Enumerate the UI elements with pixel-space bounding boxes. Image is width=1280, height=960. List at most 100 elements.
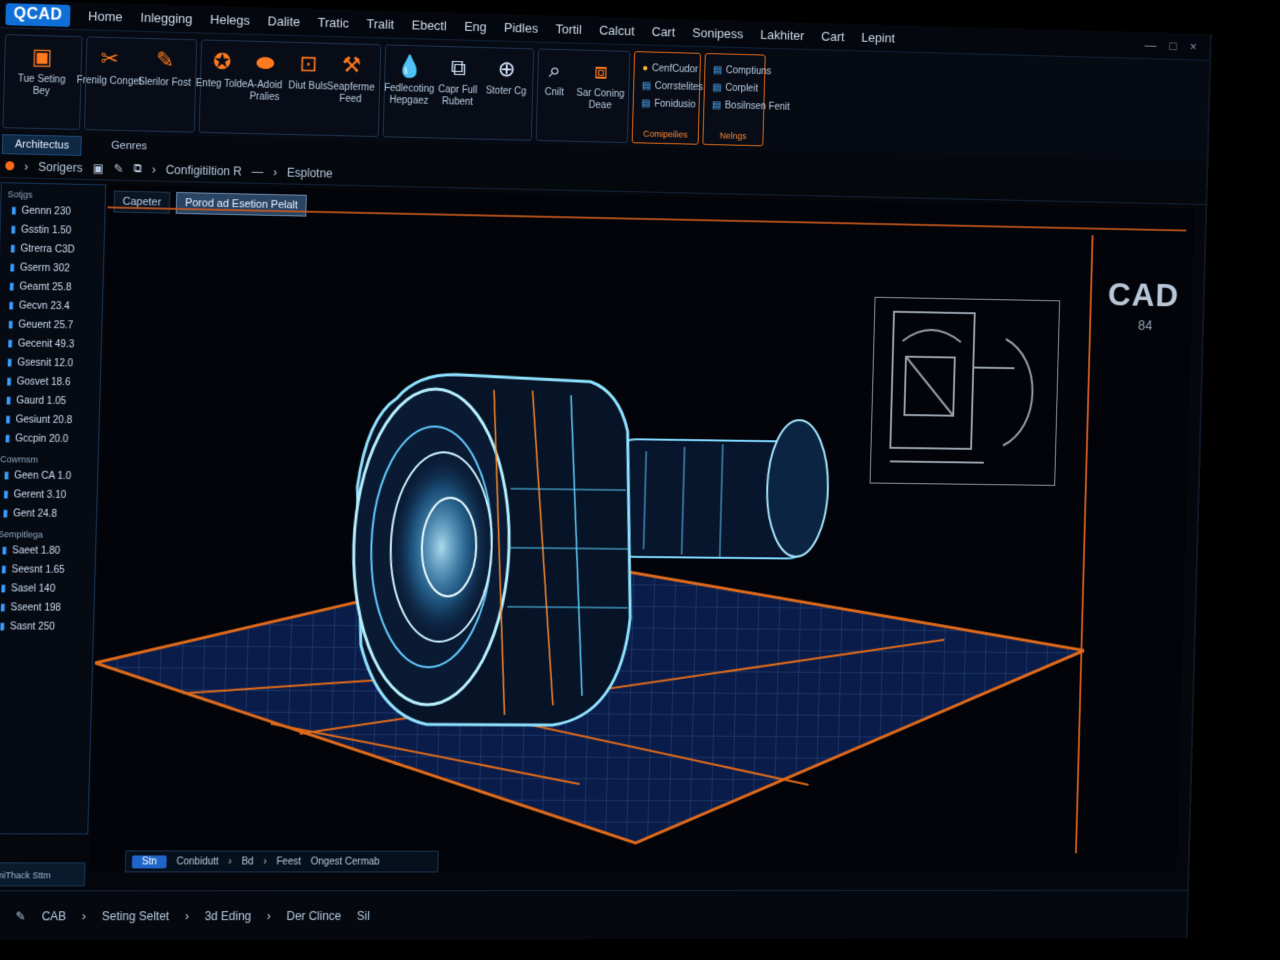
ribbon-list-item[interactable]: ▤ Bosilnsen Fenit	[712, 97, 790, 117]
ribbon-group-nelngs: ▤ Comptiuns ▤ Corpleit ▤ Bosilnsen Fenit Ne…	[702, 53, 765, 146]
chevron-right-icon: ›	[152, 162, 156, 176]
status-item[interactable]: Seting Seltet	[102, 909, 170, 923]
chevron-right-icon: ›	[82, 909, 86, 923]
menu-item-home[interactable]: Home	[88, 8, 123, 24]
menu-item-eng[interactable]: Eng	[464, 19, 487, 34]
breadcrumb-item[interactable]: Configitiltion R	[166, 162, 243, 178]
command-item[interactable]: Ongest Cermab	[311, 856, 380, 867]
ribbon-button-seapferme[interactable]: ⚒ Seapferme Feed	[318, 52, 384, 107]
menu-item-ebectl[interactable]: Ebectl	[412, 17, 447, 33]
tree-item[interactable]: ▮ Gsesnit 12.0	[0, 353, 101, 374]
ribbon-button-tue-seting[interactable]: ▣ Tue Seting Bey	[8, 43, 75, 99]
command-item[interactable]: Feest	[276, 856, 301, 867]
tree-item[interactable]: ▮ Gtrerra C3D	[0, 239, 104, 260]
breadcrumb-item[interactable]: Sorigers	[38, 159, 83, 174]
chevron-right-icon: ›	[273, 165, 277, 179]
menu-item-helegs[interactable]: Helegs	[210, 12, 250, 28]
tab-genres[interactable]: Genres	[99, 136, 159, 155]
tree-item[interactable]: ▮ Geen CA 1.0	[0, 466, 97, 486]
app-logo[interactable]: QCAD	[5, 3, 70, 27]
tree-section-title[interactable]: Sotjgs	[1, 183, 105, 203]
menu-item-sonipess[interactable]: Sonipess	[692, 25, 743, 41]
menu-item-cart[interactable]: Cart	[652, 24, 676, 39]
3d-viewport[interactable]: Capeter Porod ad Esetion Pelalt CAD 84	[89, 184, 1194, 872]
menu-item-tortil[interactable]: Tortil	[555, 21, 582, 36]
tree-item[interactable]: ▮ Gecenit 49.3	[0, 334, 101, 355]
model-canvas	[89, 184, 1096, 872]
ribbon-group-caption: Nelngs	[703, 130, 762, 141]
tree-item[interactable]: ▮ Gerent 3.10	[0, 485, 97, 505]
ribbon-group-tools: ✪ Enteg Tolde ⬬ A-Adoid Pralies ⊡ Diut B…	[199, 39, 382, 137]
tree-item[interactable]: ▮ Gecvn 23.4	[0, 296, 102, 317]
ribbon-list-item[interactable]: ▤ Comptiuns	[713, 62, 791, 82]
node-icon: ▮	[10, 243, 16, 254]
ribbon-list-item[interactable]: ● CenfCudor	[642, 60, 704, 79]
close-button[interactable]: ×	[1190, 39, 1197, 54]
status-item[interactable]: Der Clince	[286, 909, 341, 923]
minimize-button[interactable]: —	[1144, 38, 1156, 53]
node-icon: ▮	[6, 395, 12, 406]
tree-item[interactable]: ▮ Saeet 1.80	[0, 541, 95, 561]
tree-item[interactable]: ▮ Sasnt 250	[0, 617, 93, 637]
menu-item-tralit[interactable]: Tralit	[366, 16, 394, 32]
node-icon: ▮	[0, 583, 6, 594]
menu-item-lakhiter[interactable]: Lakhiter	[760, 27, 804, 43]
save-icon[interactable]: ▣	[92, 161, 104, 175]
ribbon-list-item[interactable]: ▤ Corrstelites	[642, 78, 704, 97]
panel-footer[interactable]: FimiThack Sttm	[0, 862, 85, 886]
menu-item-lepint[interactable]: Lepint	[861, 30, 895, 45]
tree-item[interactable]: ▮ Gent 24.8	[0, 504, 96, 524]
command-mode-button[interactable]: Stn	[132, 855, 167, 868]
chevron-right-icon: ›	[228, 856, 232, 867]
tree-item[interactable]: ▮ Geuent 25.7	[0, 315, 102, 336]
tree-item[interactable]: ▮ Sasel 140	[0, 579, 94, 599]
node-icon: ▮	[7, 338, 13, 349]
layer-tree-panel: Sotjgs ▮ Gennn 230 ▮ Gsstin 1.50 ▮ Gtrerra …	[0, 182, 106, 834]
tree-item[interactable]: ▮ Geamt 25.8	[0, 277, 103, 298]
ribbon-group-conget: ✂ Frenilg Conget ✎ Slerilor Fost	[84, 36, 197, 132]
tree-item[interactable]: ▮ Gsstin 1.50	[0, 220, 104, 241]
pencil-icon: ✎	[132, 47, 198, 75]
tree-item[interactable]: ▮ Gesiunt 20.8	[0, 410, 99, 430]
tab-architectus[interactable]: Architectus	[2, 134, 83, 156]
maximize-button[interactable]: □	[1169, 39, 1177, 54]
ribbon-button-slerilor[interactable]: ✎ Slerilor Fost	[132, 47, 198, 90]
status-dot-icon	[5, 161, 14, 170]
tree-item[interactable]: ▮ Gccpin 20.0	[0, 429, 98, 449]
status-item[interactable]: CAB	[41, 909, 66, 923]
tree-item[interactable]: ▮ Gosvet 18.6	[0, 372, 100, 393]
pencil-icon[interactable]: ✎	[16, 909, 26, 923]
node-icon: ▮	[3, 489, 9, 500]
status-item[interactable]: 3d Eding	[204, 909, 251, 923]
command-item[interactable]: Bd	[241, 856, 253, 867]
menu-item-tratic[interactable]: Tratic	[318, 15, 350, 31]
tree-item[interactable]: ▮ Gaurd 1.05	[0, 391, 99, 412]
ribbon-list-item[interactable]: ▤ Fonidusio	[641, 95, 703, 114]
menu-item-pidles[interactable]: Pidles	[504, 20, 539, 36]
node-icon: ▮	[1, 545, 7, 556]
pencil-icon[interactable]: ✎	[113, 161, 123, 175]
tree-section-title[interactable]: Cowrnsm	[0, 448, 98, 467]
command-item[interactable]: Conbidutt	[176, 856, 218, 867]
tree-item[interactable]: ▮ Sseent 198	[0, 598, 94, 618]
ribbon-list-comipeilies: ● CenfCudor ▤ Corrstelites ▤ Fonidusio	[641, 60, 704, 114]
ribbon-button-sar-coning[interactable]: ⧈ Sar Coning Deae	[568, 58, 633, 113]
tree-item[interactable]: ▮ Gennn 230	[1, 201, 105, 222]
menu-item-cart-2[interactable]: Cart	[821, 29, 845, 44]
tree-item[interactable]: ▮ Seesnt 1.65	[0, 560, 95, 580]
breadcrumb-item[interactable]: Esplotne	[287, 165, 333, 180]
menu-item-dalite[interactable]: Dalite	[267, 13, 300, 29]
ribbon-list-item[interactable]: ▤ Corpleit	[712, 80, 790, 100]
menu-item-calcut[interactable]: Calcut	[599, 23, 635, 39]
menu-item-inlegging[interactable]: Inlegging	[140, 10, 192, 26]
tree-item[interactable]: ▮ Gserrn 302	[0, 258, 103, 279]
copy-icon[interactable]: ⧉	[133, 161, 142, 176]
node-icon: ▮	[0, 602, 6, 613]
ribbon-list-nelngs: ▤ Comptiuns ▤ Corpleit ▤ Bosilnsen Fenit	[712, 62, 791, 117]
arrow-icon: —	[251, 164, 263, 178]
node-icon: ▮	[10, 224, 16, 235]
chevron-right-icon: ›	[185, 909, 189, 923]
tree-section-title[interactable]: Sempitlega	[0, 523, 96, 542]
node-icon: ▮	[11, 205, 17, 216]
status-item[interactable]: Sil	[357, 909, 370, 923]
